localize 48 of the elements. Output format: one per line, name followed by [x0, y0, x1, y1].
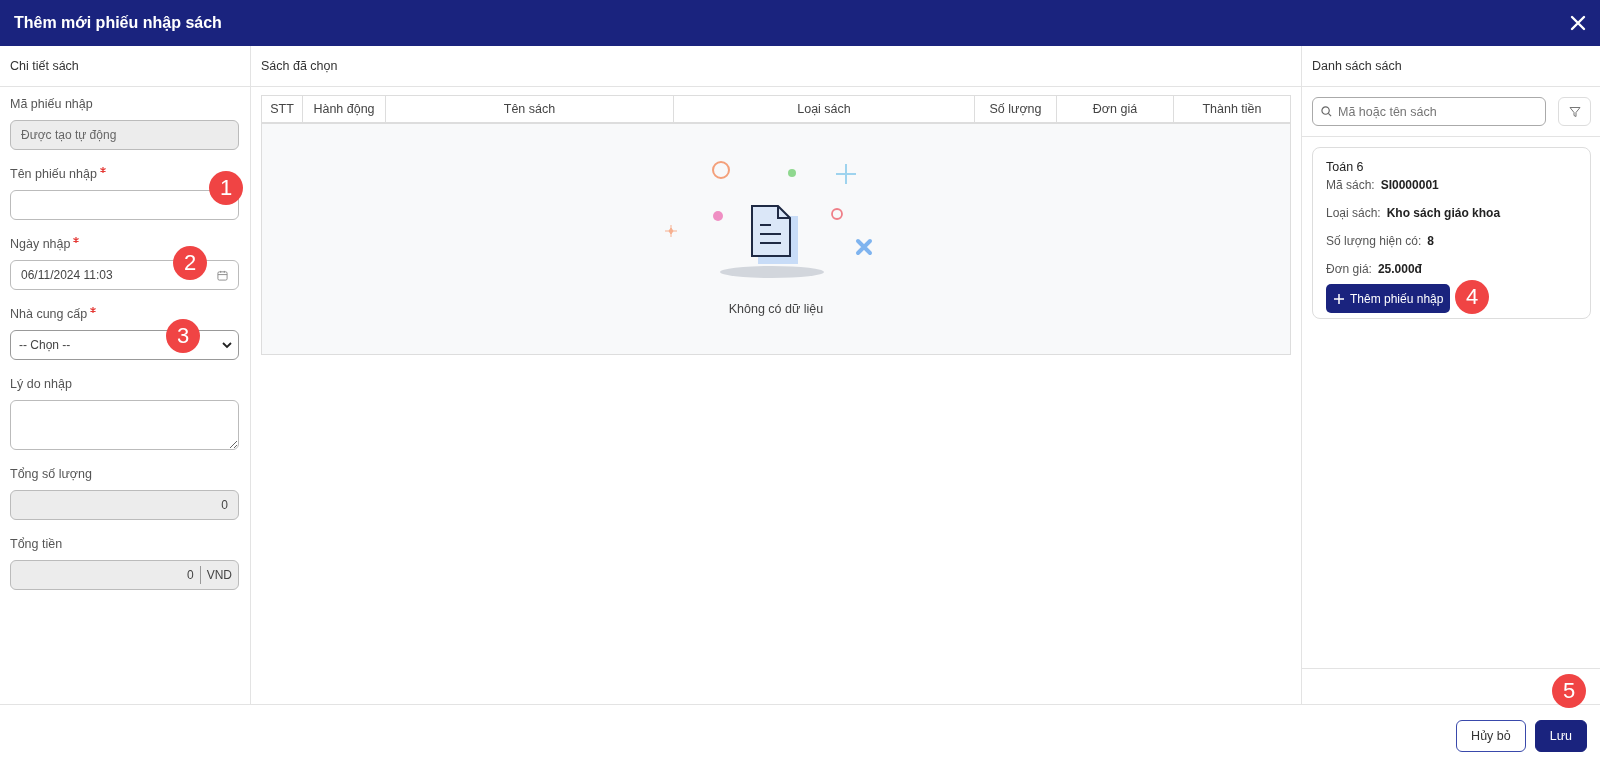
field-label: Tên phiếu nhập: [10, 167, 97, 181]
step-badge: 2: [173, 246, 207, 280]
field-label: Tổng tiền: [10, 537, 63, 551]
plus-icon: [1333, 292, 1345, 305]
cancel-button[interactable]: Hủy bỏ: [1456, 719, 1526, 752]
field-label: Mã sách:: [1326, 178, 1375, 192]
search-icon: [1321, 106, 1332, 117]
step-badge: 5: [1552, 674, 1586, 708]
input-field: 0 VND: [10, 560, 239, 590]
filter-button[interactable]: [1558, 97, 1591, 126]
panel-title: Chi tiết sách: [10, 59, 79, 73]
field-value: Kho sách giáo khoa: [1386, 206, 1501, 220]
column-header: Hành động: [303, 96, 386, 122]
save-button[interactable]: Lưu: [1534, 719, 1587, 752]
column-header: Đơn giá: [1057, 96, 1174, 122]
column-header: Số lượng: [975, 96, 1057, 122]
column-header: Loại sách: [674, 96, 975, 122]
field-label: Ngày nhập: [10, 237, 71, 251]
step-badge: 1: [209, 171, 243, 205]
field-label: Loại sách:: [1326, 206, 1381, 220]
field-value: 8: [1427, 234, 1434, 248]
input-field: 0: [10, 490, 239, 520]
field-value: SI0000001: [1380, 178, 1439, 192]
field-label: Số lượng hiện có:: [1326, 234, 1422, 248]
text-area[interactable]: [10, 400, 239, 450]
chevron-down-icon: [222, 341, 232, 349]
field-label: Tổng số lượng: [10, 467, 92, 481]
column-header: Thành tiền: [1201, 101, 1263, 118]
field-label: Lý do nhập: [10, 377, 72, 391]
close-icon[interactable]: [1570, 15, 1586, 31]
step-badge: 4: [1455, 280, 1489, 314]
field-label: Mã phiếu nhập: [10, 97, 93, 111]
field-label: Nhà cung cấp: [10, 307, 88, 321]
field-value: 25.000đ: [1377, 262, 1422, 276]
add-receipt-button[interactable]: Thêm phiếu nhập: [1326, 284, 1451, 313]
filter-icon: [1568, 105, 1581, 118]
step-badge: 3: [166, 319, 200, 353]
panel-title: Danh sách sách: [1312, 59, 1402, 73]
field-label: Đơn giá:: [1326, 262, 1372, 276]
search-field[interactable]: Mã hoặc tên sách: [1312, 97, 1546, 126]
calendar-icon: [217, 269, 228, 281]
currency-unit: VND: [206, 568, 232, 582]
column-header: STT: [262, 96, 303, 122]
empty-message: Không có dữ liệu: [728, 302, 824, 316]
window-title: Thêm mới phiếu nhập sách: [14, 14, 222, 32]
book-title: Toán 6: [1326, 160, 1365, 174]
panel-title: Sách đã chọn: [261, 59, 338, 73]
column-header: Tên sách: [386, 96, 674, 122]
